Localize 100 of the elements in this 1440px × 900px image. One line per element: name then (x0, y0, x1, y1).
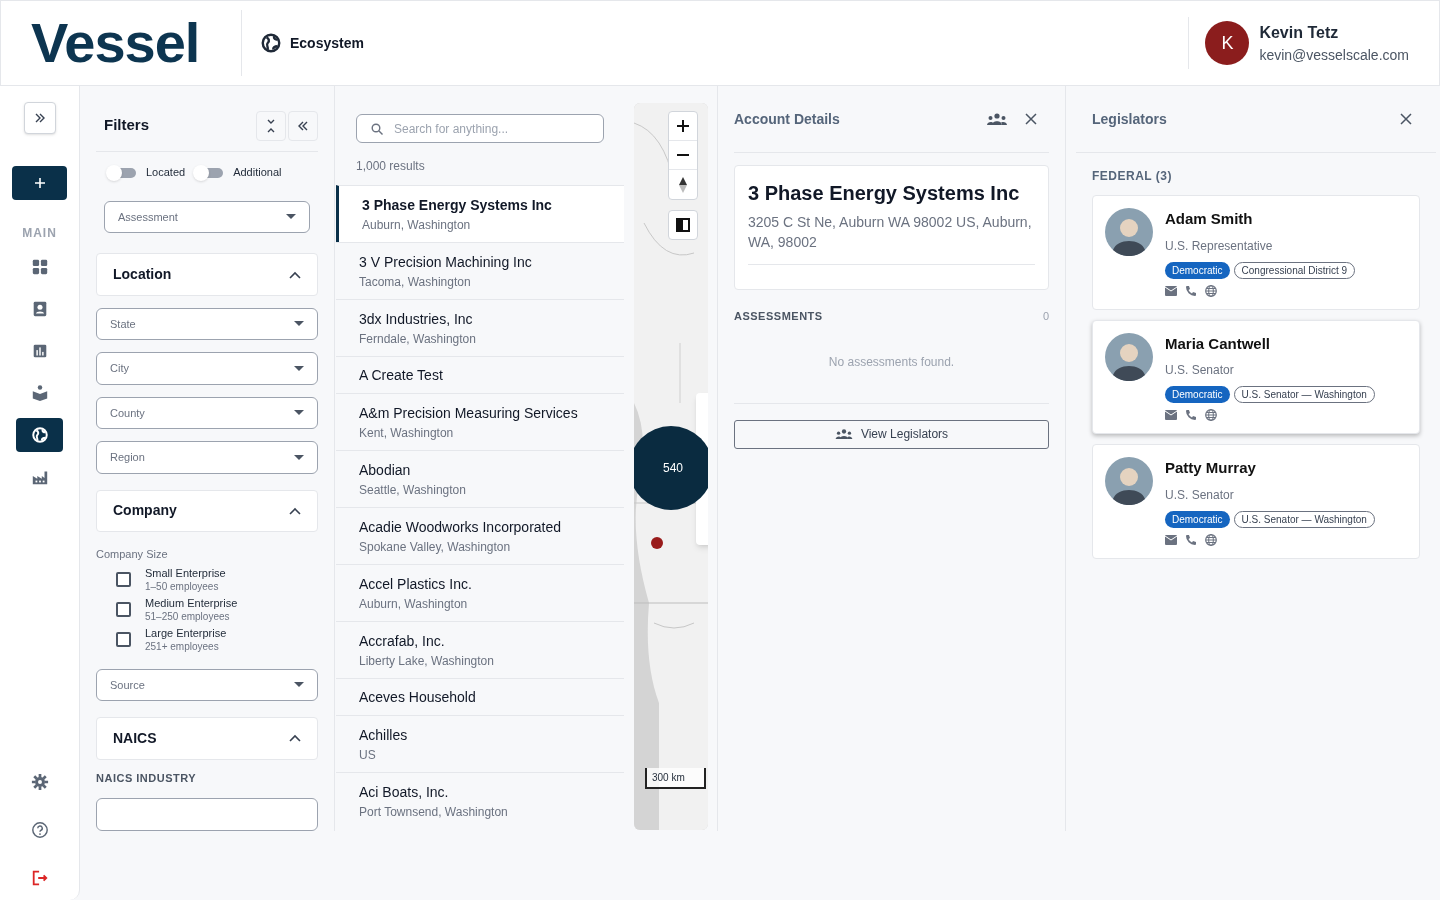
assessment-count: 0 (1042, 309, 1049, 324)
logout-icon (30, 869, 49, 887)
checkbox[interactable] (116, 572, 131, 588)
settings-button[interactable] (29, 772, 50, 792)
result-item[interactable]: Achilles US (336, 715, 624, 772)
select-field[interactable]: County (96, 396, 318, 430)
website-button[interactable] (1205, 409, 1217, 421)
hide-panel-button[interactable] (288, 110, 318, 141)
phone-button[interactable] (1185, 284, 1197, 297)
email-button[interactable] (1165, 410, 1177, 420)
email-button[interactable] (1165, 534, 1177, 545)
result-item[interactable]: Accel Plastics Inc. Auburn, Washington (336, 564, 624, 621)
checkbox[interactable] (116, 602, 131, 618)
nav-item[interactable] (16, 418, 63, 452)
select-field[interactable]: Region (96, 441, 318, 474)
globe-icon (260, 32, 282, 54)
result-item[interactable]: Acadie Woodworks Incorporated Spokane Valley, Washington (336, 507, 624, 564)
toggle-switch[interactable] (108, 167, 136, 178)
accordion-header[interactable]: Location (96, 253, 318, 296)
plus-icon (677, 120, 689, 132)
result-item[interactable]: Aceves Household (336, 678, 624, 715)
mail-icon (1165, 285, 1177, 296)
double-chevron-right-icon (33, 112, 46, 124)
section-title: Ecosystem (290, 33, 364, 53)
people-icon (987, 113, 1007, 125)
result-item[interactable]: A Create Test (336, 356, 624, 393)
toggle-label: Additional (233, 165, 282, 181)
globe-icon (1205, 409, 1217, 421)
section-label: ASSESSMENTS (734, 309, 824, 324)
group-label: NAICS INDUSTRY (96, 770, 198, 786)
dropdown-caret-icon (286, 214, 296, 221)
option-label: Large Enterprise (145, 626, 227, 640)
legislator-role: U.S. Representative (1165, 237, 1274, 255)
dropdown-caret-icon (294, 410, 304, 417)
avatar (1105, 332, 1153, 381)
select-field[interactable] (96, 798, 318, 831)
result-item[interactable]: 3 Phase Energy Systems Inc Auburn, Washington (336, 185, 624, 242)
nav-section-label: MAIN (22, 225, 57, 242)
help-icon (30, 821, 49, 839)
website-button[interactable] (1205, 533, 1217, 546)
mail-icon (1165, 534, 1177, 545)
user-avatar[interactable]: K (1205, 21, 1250, 65)
view-legislators-button[interactable]: View Legislators (734, 419, 1049, 449)
result-item[interactable]: Abodian Seattle, Washington (336, 450, 624, 507)
dropdown-caret-icon (294, 681, 304, 688)
globe-icon (1205, 284, 1217, 297)
option-label: Small Enterprise (145, 566, 226, 580)
email-button[interactable] (1165, 285, 1177, 296)
legislator-name: Adam Smith (1165, 209, 1254, 229)
phone-button[interactable] (1185, 409, 1197, 421)
result-item[interactable]: A&m Precision Measuring Services Kent, Washington (336, 393, 624, 450)
toggle-label: Located (146, 165, 186, 181)
legislator-name: Patty Murray (1165, 458, 1257, 478)
scale-bar: 300 km (645, 768, 706, 789)
reader-icon (30, 384, 49, 402)
result-count: 1,000 results (356, 158, 426, 175)
legislator-card[interactable]: Patty Murray U.S. Senator Democratic U.S. Senator — Washington (1092, 444, 1420, 559)
phone-icon (1185, 284, 1197, 297)
globe-icon (30, 426, 49, 444)
avatar (1105, 208, 1153, 256)
toggle-switch[interactable] (195, 167, 224, 178)
search-icon (371, 123, 383, 135)
select-field[interactable]: Assessment (104, 200, 310, 234)
accordion-header[interactable]: Company (96, 489, 318, 533)
globe-icon (1205, 533, 1217, 546)
result-item[interactable]: 3 V Precision Machining Inc Tacoma, Washington (336, 242, 624, 299)
checkbox[interactable] (116, 632, 131, 648)
layout-toggle-button[interactable] (668, 210, 698, 240)
option-description: 1–50 employees (145, 579, 220, 593)
plus-icon (33, 177, 46, 189)
result-item[interactable]: Aci Boats, Inc. Port Townsend, Washington (336, 772, 624, 829)
location-dot-icon (651, 537, 663, 549)
add-button[interactable] (12, 166, 67, 200)
legislator-card[interactable]: Adam Smith U.S. Representative Democratic Congressional District 9 (1092, 195, 1420, 310)
compass-icon (679, 176, 687, 193)
empty-message: No assessments found. (827, 353, 956, 371)
group-label: FEDERAL (3) (1092, 168, 1173, 185)
result-item[interactable]: Accrafab, Inc. Liberty Lake, Washington (336, 621, 624, 678)
option-description: 251+ employees (145, 639, 220, 653)
avatar (1105, 457, 1153, 505)
legislator-role: U.S. Senator (1165, 486, 1235, 504)
map[interactable]: 540 300 km (634, 103, 708, 830)
search-field[interactable]: Search for anything... (356, 114, 604, 143)
website-button[interactable] (1205, 284, 1217, 297)
party-tag: Democratic (1165, 261, 1230, 279)
select-field[interactable]: State (96, 307, 318, 341)
minus-icon (677, 154, 689, 156)
option-label: Medium Enterprise (145, 596, 238, 610)
legislator-card[interactable]: Maria Cantwell U.S. Senator Democratic U.S. Senator — Washington (1092, 319, 1420, 434)
user-name: Kevin Tetz (1259, 22, 1340, 43)
logo[interactable]: Vessel (1, 15, 241, 71)
accordion-header[interactable]: NAICS (96, 717, 318, 760)
help-button[interactable] (29, 820, 50, 840)
panel-title: Legislators (1092, 109, 1168, 129)
select-field[interactable]: Source (96, 668, 318, 702)
select-field[interactable]: City (96, 352, 318, 385)
result-item[interactable]: 3dx Industries, Inc Ferndale, Washington (336, 299, 624, 356)
phone-button[interactable] (1185, 533, 1197, 546)
dropdown-caret-icon (294, 454, 304, 461)
collapse-icon (265, 118, 277, 133)
